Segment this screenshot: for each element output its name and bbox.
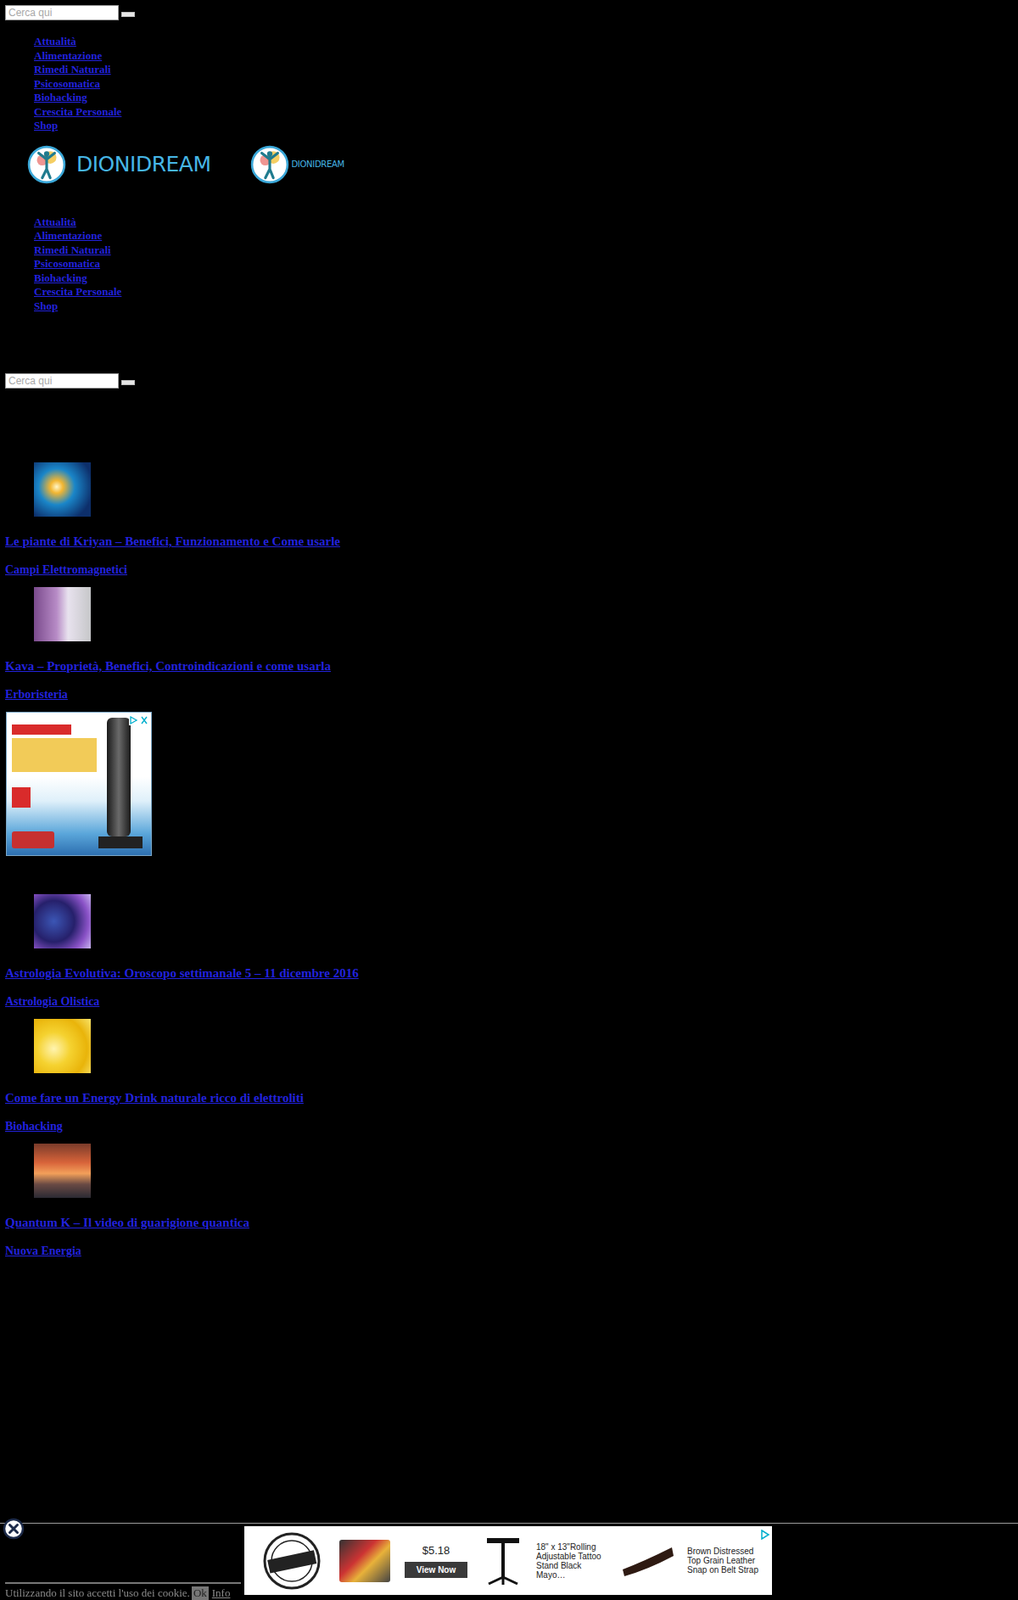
menu-item: Shop	[33, 298, 1013, 314]
article-title[interactable]: Come fare un Energy Drink naturale ricco…	[5, 1090, 304, 1105]
menu-item: Alimentazione	[33, 228, 1013, 243]
article-list: Le piante di Kriyan – Benefici, Funziona…	[5, 462, 1013, 1259]
article-item: Come fare un Energy Drink naturale ricco…	[5, 1018, 1013, 1135]
product-image[interactable]	[619, 1543, 676, 1578]
menu-item: Biohacking	[33, 270, 1013, 286]
menu-item: Psicosomatica	[33, 256, 1013, 271]
search-form	[5, 373, 1013, 389]
menu-link[interactable]: Psicosomatica	[33, 257, 101, 270]
product-caption[interactable]: Brown Distressed Top Grain Leather Snap …	[687, 1546, 761, 1575]
menu-item: Psicosomatica	[33, 76, 1013, 91]
menu-item: Attualità	[33, 214, 1013, 230]
nav-menu: AttualitàAlimentazioneRimedi NaturaliPsi…	[5, 214, 1013, 314]
menu-link[interactable]: Attualità	[33, 215, 77, 229]
logo-icon	[27, 145, 67, 185]
article-item: Quantum K – Il video di guarigione quant…	[5, 1143, 1013, 1259]
adchoices-icon[interactable]	[128, 713, 150, 724]
product-price: $5.18	[422, 1543, 451, 1557]
article-item: Astrologia Evolutiva: Oroscopo settimana…	[5, 894, 1013, 1010]
menu-item: Biohacking	[33, 89, 1013, 105]
menu-item: Rimedi Naturali	[33, 61, 1013, 77]
article-thumbnail[interactable]	[33, 587, 91, 642]
site-logo[interactable]: DIONIDREAM	[27, 145, 211, 185]
sidebar-ad[interactable]	[5, 711, 152, 856]
close-icon[interactable]	[2, 1517, 25, 1540]
menu-link[interactable]: Biohacking	[33, 271, 88, 285]
search-input[interactable]	[5, 373, 119, 389]
logo-row: DIONIDREAM DIONIDREAM	[5, 145, 1013, 185]
menu-item: Alimentazione	[33, 48, 1013, 63]
search-button[interactable]	[121, 11, 135, 17]
cookie-text: Utilizzando il sito accetti l'uso dei co…	[5, 1586, 191, 1600]
article-thumbnail[interactable]	[33, 462, 91, 517]
menu-link[interactable]: Rimedi Naturali	[33, 62, 112, 76]
article-category[interactable]: Biohacking	[5, 1119, 63, 1133]
menu-item: Shop	[33, 117, 1013, 133]
article-category[interactable]: Nuova Energia	[5, 1244, 82, 1258]
cookie-ok-button[interactable]: Ok	[191, 1586, 209, 1600]
article-category[interactable]: Erboristeria	[5, 687, 68, 701]
menu-item: Rimedi Naturali	[33, 242, 1013, 258]
menu-link[interactable]: Alimentazione	[33, 49, 102, 62]
search-form	[5, 5, 1013, 21]
logo-text: DIONIDREAM	[76, 151, 211, 177]
site-logo[interactable]: DIONIDREAM	[250, 145, 344, 185]
menu-link[interactable]: Shop	[33, 118, 58, 132]
menu-link[interactable]: Alimentazione	[33, 229, 102, 242]
logo-text: DIONIDREAM	[290, 159, 344, 169]
product-image[interactable]	[481, 1534, 525, 1588]
article-title[interactable]: Quantum K – Il video di guarigione quant…	[5, 1215, 250, 1230]
article-thumbnail[interactable]	[33, 1143, 91, 1198]
nav-menu: AttualitàAlimentazioneRimedi NaturaliPsi…	[5, 33, 1013, 133]
product-image[interactable]	[339, 1539, 391, 1583]
article-item: Le piante di Kriyan – Benefici, Funziona…	[5, 462, 1013, 578]
article-item: Kava – Proprietà, Benefici, Controindica…	[5, 587, 1013, 703]
adchoices-icon[interactable]	[760, 1527, 771, 1539]
menu-link[interactable]: Shop	[33, 299, 58, 313]
product-caption[interactable]: 18" x 13"Rolling Adjustable Tattoo Stand…	[536, 1542, 608, 1580]
search-input[interactable]	[5, 5, 119, 21]
menu-link[interactable]: Biohacking	[33, 90, 88, 104]
article-category[interactable]: Campi Elettromagnetici	[5, 563, 128, 577]
article-thumbnail[interactable]	[33, 1018, 91, 1074]
menu-link[interactable]: Psicosomatica	[33, 77, 101, 90]
bottom-ad[interactable]: $5.18 View Now 18" x 13"Rolling Adjustable…	[244, 1526, 772, 1595]
menu-item: Crescita Personale	[33, 284, 1013, 299]
article-title[interactable]: Le piante di Kriyan – Benefici, Funziona…	[5, 534, 341, 549]
cookie-bar: Utilizzando il sito accetti l'uso dei co…	[5, 1582, 241, 1600]
cookie-info-link[interactable]: Info	[212, 1586, 231, 1600]
search-button[interactable]	[121, 380, 135, 386]
menu-link[interactable]: Crescita Personale	[33, 285, 122, 298]
menu-link[interactable]: Crescita Personale	[33, 105, 122, 118]
article-category[interactable]: Astrologia Olistica	[5, 995, 100, 1008]
article-title[interactable]: Astrologia Evolutiva: Oroscopo settimana…	[5, 966, 359, 980]
menu-link[interactable]: Attualità	[33, 34, 77, 48]
article-thumbnail[interactable]	[33, 894, 91, 949]
article-title[interactable]: Kava – Proprietà, Benefici, Controindica…	[5, 659, 331, 673]
logo-icon	[250, 145, 290, 185]
menu-item: Attualità	[33, 33, 1013, 49]
menu-item: Crescita Personale	[33, 104, 1013, 119]
menu-link[interactable]: Rimedi Naturali	[33, 243, 112, 257]
view-now-button[interactable]: View Now	[404, 1561, 469, 1578]
brand-logo-icon	[256, 1531, 328, 1591]
